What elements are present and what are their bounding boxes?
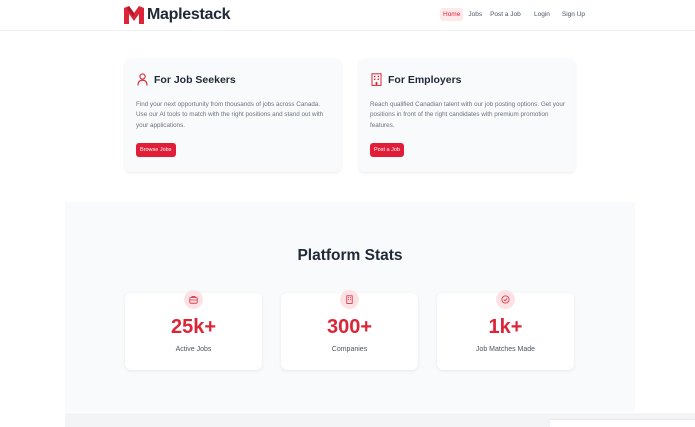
stat-icon-badge [184,290,203,309]
building-icon [371,73,382,86]
site-header: Maplestack Home Jobs Post a Job Login Si… [0,0,695,31]
main-nav: Home Jobs Post a Job [440,8,526,21]
nav-home[interactable]: Home [440,8,464,21]
employers-card: For Employers Reach qualified Canadian t… [359,59,575,172]
stat-icon-badge [496,290,515,309]
building-icon [346,295,353,304]
platform-stats-section: Platform Stats 25k+ Active Jobs 300+ Com… [65,202,635,412]
employers-heading: For Employers [371,73,462,86]
stat-label-active-jobs: Active Jobs [175,346,212,353]
auth-nav: Login Sign Up [531,8,594,21]
briefcase-icon [189,296,198,304]
job-seekers-heading: For Job Seekers [137,73,236,86]
employers-title: For Employers [388,73,462,86]
brand-name: Maplestack [147,6,231,23]
job-seekers-description: Find your next opportunity from thousand… [136,101,324,129]
stat-icon-badge [340,290,359,309]
job-seekers-card: For Job Seekers Find your next opportuni… [125,59,341,172]
nav-jobs[interactable]: Jobs [465,8,485,21]
stat-card-job-matches: 1k+ Job Matches Made [437,290,574,370]
nav-login[interactable]: Login [531,8,553,21]
nav-post-a-job[interactable]: Post a Job [487,8,524,21]
floating-panel-edge [550,420,695,427]
stat-card-active-jobs: 25k+ Active Jobs [125,290,262,370]
stat-value-active-jobs: 25k+ [170,316,217,338]
stat-label-job-matches: Job Matches Made [475,346,536,353]
browse-jobs-button[interactable]: Browse Jobs [136,143,176,157]
platform-stats-title: Platform Stats [297,247,403,264]
stat-value-job-matches: 1k+ [488,316,523,338]
check-circle-icon [501,295,510,304]
stat-card-companies: 300+ Companies [281,290,418,370]
stat-value-companies: 300+ [326,316,373,338]
logo[interactable]: Maplestack [124,4,231,26]
job-seekers-title: For Job Seekers [154,73,236,86]
user-icon [137,73,148,86]
stat-label-companies: Companies [331,346,368,353]
post-a-job-button[interactable]: Post a Job [370,143,404,157]
maple-logo-icon [124,6,144,24]
employers-description: Reach qualified Canadian talent with our… [370,101,565,129]
nav-sign-up[interactable]: Sign Up [559,8,588,21]
